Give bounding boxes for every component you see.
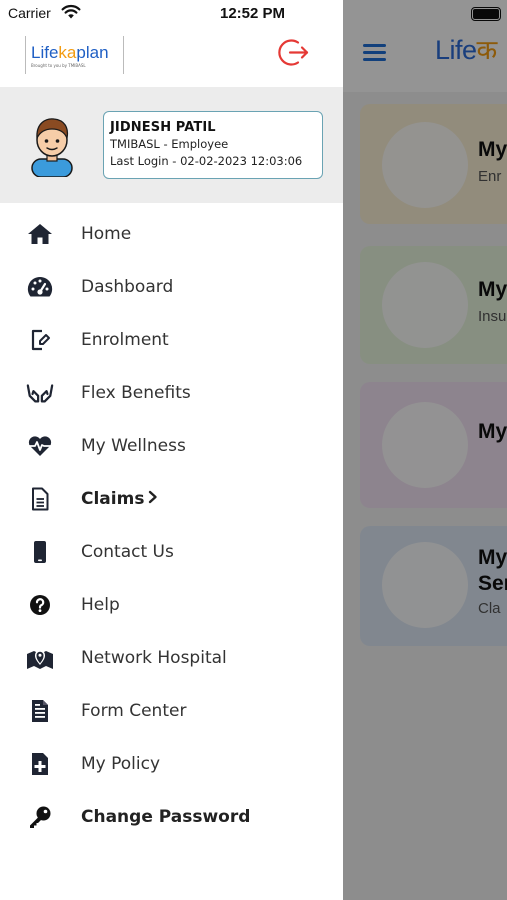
menu-label: Network Hospital [81,647,227,668]
menu-item-network-hospital[interactable]: Network Hospital [0,631,343,684]
logo-text-plan: plan [76,43,109,62]
document-icon [26,486,54,512]
user-role: TMIBASL - Employee [110,137,229,151]
menu-label: Dashboard [81,276,174,297]
menu-item-contact-us[interactable]: Contact Us [0,525,343,578]
profile-section: JIDNESH PATIL TMIBASL - Employee Last Lo… [0,87,343,203]
map-pin-icon [26,645,54,671]
menu-label: Home [81,223,132,244]
menu-label: Contact Us [81,541,174,562]
menu-label: Form Center [81,700,187,721]
home-icon [26,221,54,247]
menu-item-enrolment[interactable]: Enrolment [0,313,343,366]
status-bar: Carrier 12:52 PM [0,0,343,28]
menu-label: Flex Benefits [81,382,191,403]
menu-label: My Wellness [81,435,186,456]
menu-item-form-center[interactable]: Form Center [0,684,343,737]
menu-item-my-policy[interactable]: My Policy [0,737,343,790]
logo-text-ka: ka [58,43,77,62]
menu-label: Change Password [81,806,251,827]
status-time: 12:52 PM [220,5,286,22]
carrier-label: Carrier [8,5,51,21]
app-logo: Lifekaplan Brought to you by TMIBASL [25,36,124,74]
menu-label: Claims [81,488,145,509]
heartbeat-icon [26,433,54,459]
navigation-drawer: Carrier 12:52 PM Lifekaplan Brought to y… [0,0,343,900]
help-icon [26,592,54,618]
logout-icon[interactable] [277,36,310,69]
menu-label: My Policy [81,753,161,774]
menu-item-my-wellness[interactable]: My Wellness [0,419,343,472]
menu-item-help[interactable]: Help [0,578,343,631]
drawer-scrim[interactable] [343,0,507,900]
form-icon [26,698,54,724]
logo-text-life: Life [31,43,59,62]
profile-card: JIDNESH PATIL TMIBASL - Employee Last Lo… [103,111,323,179]
user-name: JIDNESH PATIL [110,120,216,135]
wifi-icon [61,4,81,19]
phone-icon [26,539,54,565]
edit-document-icon [26,327,54,353]
key-icon [26,804,54,830]
logo-tagline: Brought to you by TMIBASL [31,63,86,68]
chevron-right-icon[interactable] [148,490,158,504]
speedometer-icon [26,274,54,300]
menu-label: Help [81,594,120,615]
policy-icon [26,751,54,777]
menu-item-dashboard[interactable]: Dashboard [0,260,343,313]
menu-item-claims[interactable]: Claims [0,472,343,525]
menu-item-flex-benefits[interactable]: Flex Benefits [0,366,343,419]
last-login: Last Login - 02-02-2023 12:03:06 [110,154,303,168]
avatar [31,118,73,177]
drawer-menu: Home Dashboard Enrolment Flex Benefits M… [0,207,343,843]
menu-item-home[interactable]: Home [0,207,343,260]
menu-item-change-password[interactable]: Change Password [0,790,343,843]
hands-icon [26,380,54,406]
menu-label: Enrolment [81,329,169,350]
